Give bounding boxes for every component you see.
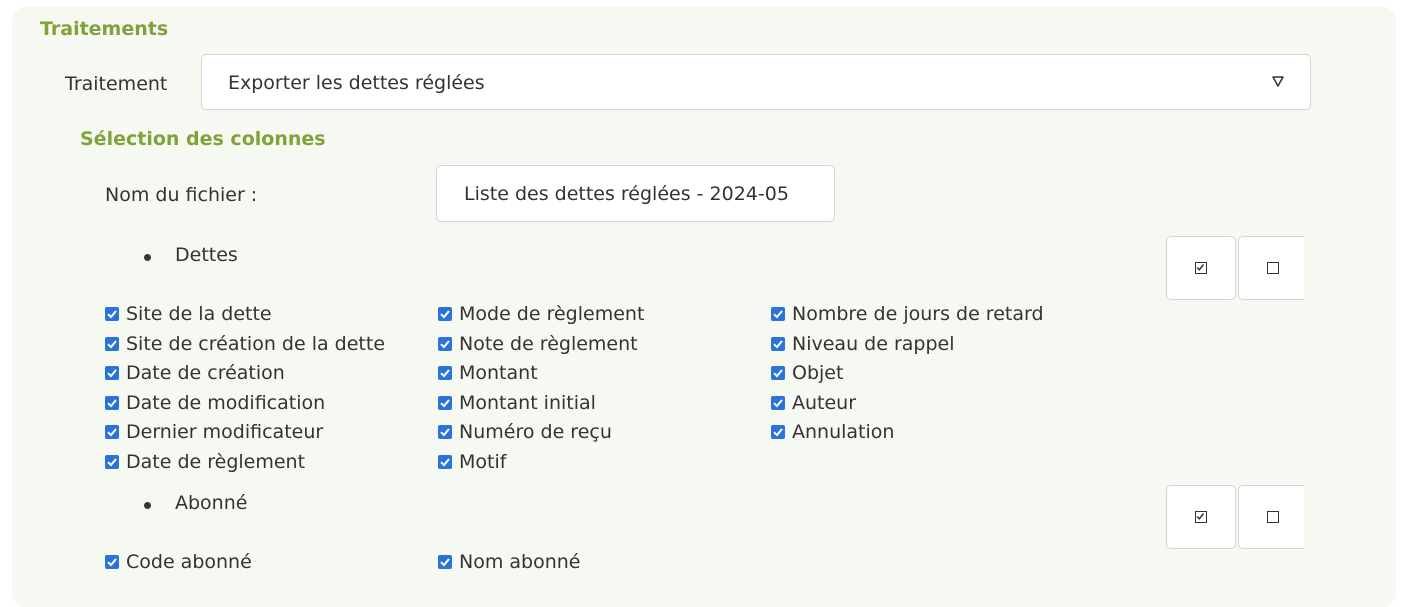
column-checkbox-item[interactable]: Motif [438, 449, 506, 475]
select-all-dettes-button[interactable] [1166, 236, 1236, 300]
treatment-select[interactable]: Exporter les dettes réglées [201, 54, 1311, 110]
checkbox-checked-icon [1195, 511, 1207, 523]
checkbox-label: Objet [792, 362, 844, 384]
column-checkbox-item[interactable]: Date de création [105, 360, 285, 386]
column-checkbox-item[interactable]: Site de création de la dette [105, 331, 385, 357]
column-checkbox-item[interactable]: Date de modification [105, 390, 325, 416]
bullet-icon [144, 502, 151, 509]
checkbox-label: Auteur [792, 391, 857, 414]
checkbox-label: Dernier modificateur [126, 421, 324, 443]
column-checkbox-item[interactable]: Note de règlement [438, 331, 638, 357]
column-checkbox-item[interactable]: Date de règlement [105, 449, 305, 475]
checkbox-checked-icon[interactable] [771, 395, 785, 410]
checkbox-empty-icon [1267, 262, 1279, 274]
checkbox-label: Annulation [792, 421, 895, 443]
column-checkbox-item[interactable]: Niveau de rappel [771, 331, 954, 357]
checkbox-label: Date de règlement [126, 450, 306, 473]
column-checkbox-item[interactable]: Site de la dette [105, 301, 272, 327]
select-all-abonne-button[interactable] [1166, 485, 1236, 549]
bullet-icon [144, 254, 151, 261]
checkbox-label: Montant [459, 362, 538, 384]
treatment-label: Traitement [65, 73, 168, 95]
checkbox-checked-icon[interactable] [105, 425, 119, 439]
column-checkbox-item[interactable]: Montant [438, 360, 538, 386]
checkbox-label: Nom abonné [459, 551, 581, 573]
column-checkbox-item[interactable]: Code abonné [105, 549, 252, 575]
column-checkbox-item[interactable]: Dernier modificateur [105, 419, 323, 445]
checkbox-label: Date de création [126, 362, 285, 384]
checkbox-checked-icon[interactable] [438, 454, 452, 469]
checkbox-checked-icon[interactable] [105, 395, 119, 410]
checkbox-checked-icon[interactable] [105, 307, 119, 321]
columns-section-title: Sélection des colonnes [80, 128, 326, 150]
filename-input[interactable] [436, 165, 835, 222]
column-checkbox-item[interactable]: Annulation [771, 419, 894, 445]
checkbox-checked-icon[interactable] [105, 454, 119, 469]
checkbox-checked-icon[interactable] [771, 425, 785, 439]
caret-down-icon [1272, 76, 1284, 87]
section-title: Traitements [40, 18, 169, 40]
checkbox-empty-icon [1267, 511, 1279, 523]
checkbox-label: Note de règlement [459, 332, 638, 355]
checkbox-checked-icon[interactable] [438, 366, 452, 380]
column-checkbox-item[interactable]: Nom abonné [438, 549, 581, 575]
checkbox-checked-icon[interactable] [438, 555, 452, 569]
column-checkbox-item[interactable]: Nombre de jours de retard [771, 301, 1044, 327]
column-checkbox-item[interactable]: Auteur [771, 390, 856, 416]
checkbox-label: Nombre de jours de retard [792, 303, 1044, 325]
checkbox-label: Date de modification [126, 391, 326, 414]
column-checkbox-item[interactable]: Objet [771, 360, 843, 386]
group-label-abonne: Abonné [175, 492, 248, 514]
checkbox-label: Mode de règlement [459, 303, 645, 325]
checkbox-label: Code abonné [126, 551, 252, 573]
checkbox-label: Motif [459, 450, 507, 473]
checkbox-checked-icon[interactable] [105, 555, 119, 569]
checkbox-checked-icon[interactable] [438, 395, 452, 410]
column-checkbox-item[interactable]: Montant initial [438, 390, 596, 416]
deselect-all-abonne-button[interactable] [1238, 485, 1304, 549]
filename-label: Nom du fichier : [105, 184, 258, 206]
checkbox-checked-icon[interactable] [438, 336, 452, 351]
checkbox-checked-icon[interactable] [105, 336, 119, 351]
checkbox-checked-icon[interactable] [771, 336, 785, 351]
checkbox-label: Niveau de rappel [792, 332, 955, 355]
group-label-dettes: Dettes [175, 244, 238, 266]
checkbox-checked-icon [1195, 262, 1207, 274]
column-checkbox-item[interactable]: Numéro de reçu [438, 419, 612, 445]
checkbox-checked-icon[interactable] [438, 425, 452, 439]
checkbox-checked-icon[interactable] [438, 307, 452, 321]
checkbox-checked-icon[interactable] [105, 366, 119, 380]
checkbox-checked-icon[interactable] [771, 366, 785, 380]
column-checkbox-item[interactable]: Mode de règlement [438, 301, 644, 327]
checkbox-label: Montant initial [459, 391, 596, 414]
deselect-all-dettes-button[interactable] [1238, 236, 1304, 300]
checkbox-label: Site de création de la dette [126, 332, 386, 355]
checkbox-label: Numéro de reçu [459, 421, 612, 443]
treatment-select-value: Exporter les dettes réglées [228, 72, 485, 94]
checkbox-checked-icon[interactable] [771, 307, 785, 321]
checkbox-label: Site de la dette [126, 303, 272, 325]
